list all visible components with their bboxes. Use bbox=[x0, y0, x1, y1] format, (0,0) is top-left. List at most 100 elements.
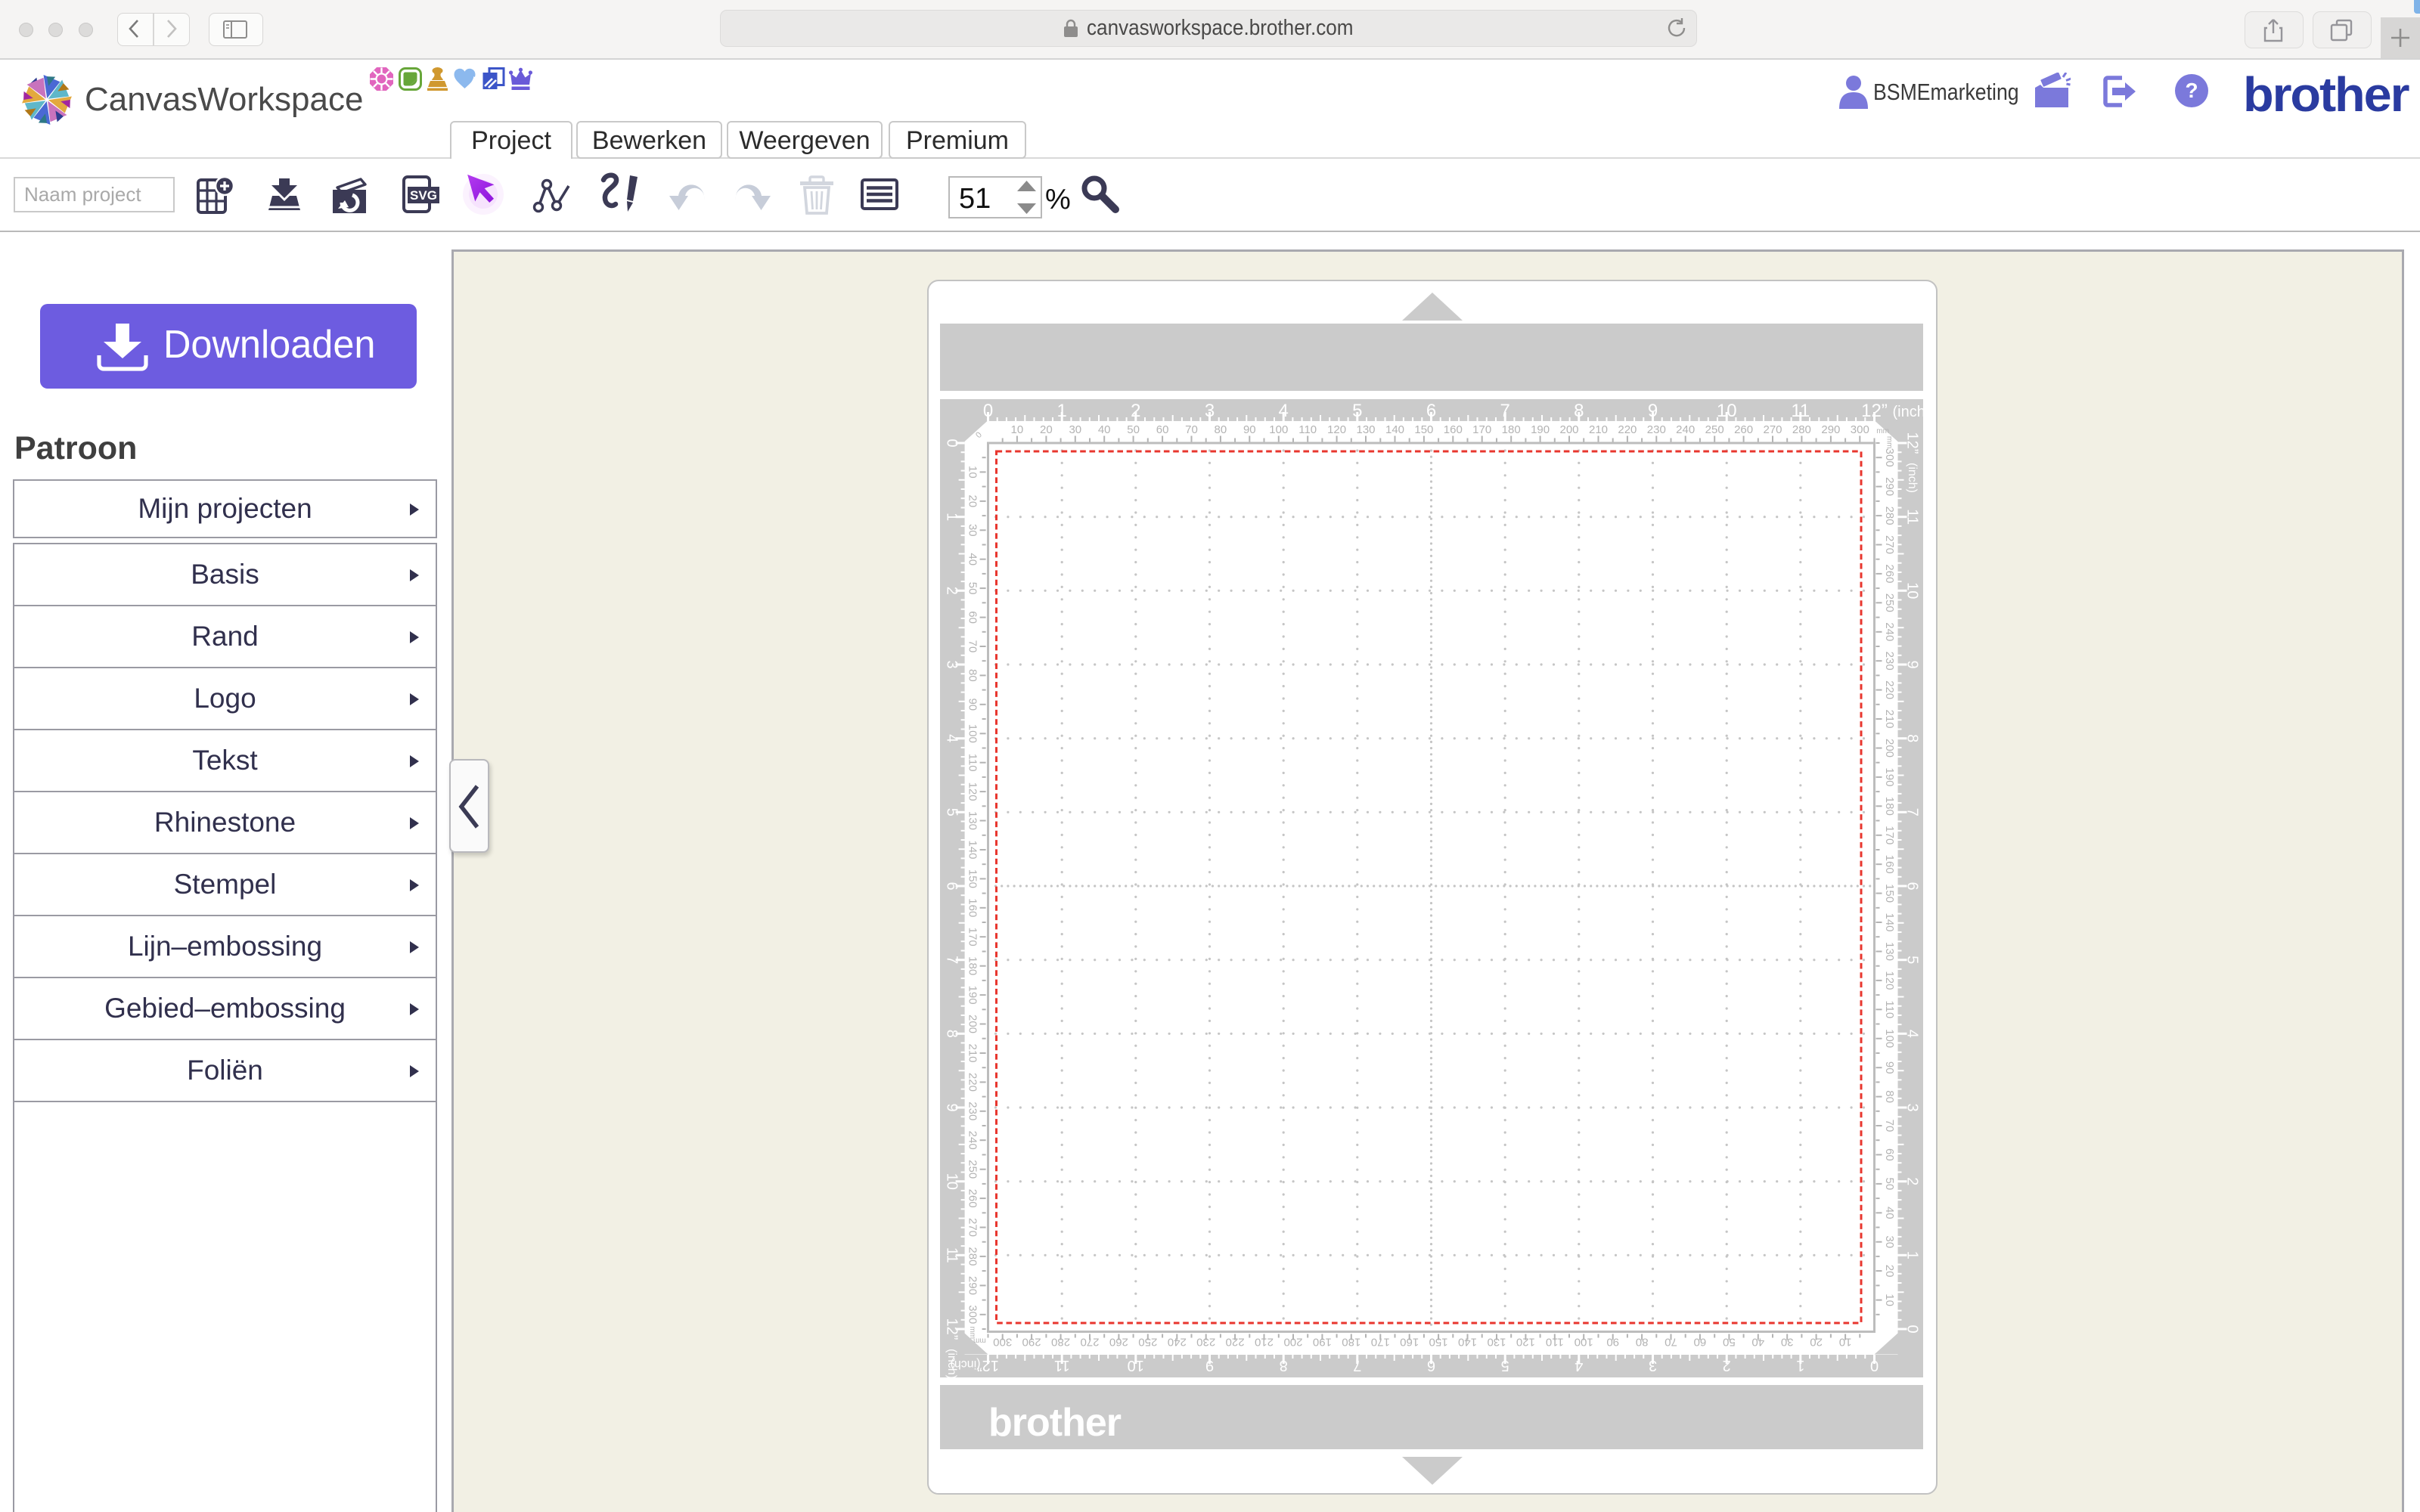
svg-text:70: 70 bbox=[1185, 423, 1198, 436]
svg-text:190: 190 bbox=[1313, 1336, 1332, 1349]
svg-text:80: 80 bbox=[1636, 1336, 1649, 1349]
svg-text:140: 140 bbox=[1385, 423, 1404, 436]
svg-text:10: 10 bbox=[1839, 1336, 1852, 1349]
svg-text:90: 90 bbox=[1606, 1336, 1619, 1349]
svg-text:220: 220 bbox=[1618, 423, 1637, 436]
svg-text:120: 120 bbox=[1883, 971, 1896, 990]
svg-text:210: 210 bbox=[1589, 423, 1608, 436]
svg-text:30: 30 bbox=[966, 524, 979, 537]
svg-text:250: 250 bbox=[966, 1160, 979, 1179]
svg-text:70: 70 bbox=[1883, 1120, 1896, 1132]
svg-text:290: 290 bbox=[1883, 477, 1896, 496]
svg-text:150: 150 bbox=[1883, 884, 1896, 903]
svg-text:mm: mm bbox=[1876, 427, 1889, 435]
svg-text:150: 150 bbox=[966, 869, 979, 888]
svg-text:mm: mm bbox=[968, 1326, 976, 1339]
svg-text:20: 20 bbox=[1040, 423, 1053, 436]
svg-text:(inch): (inch) bbox=[1906, 463, 1919, 493]
svg-text:290: 290 bbox=[966, 1276, 979, 1295]
svg-text:180: 180 bbox=[1502, 423, 1521, 436]
svg-text:30: 30 bbox=[1781, 1336, 1794, 1349]
svg-text:250: 250 bbox=[1138, 1336, 1157, 1349]
svg-text:260: 260 bbox=[966, 1189, 979, 1208]
svg-text:60: 60 bbox=[1883, 1148, 1896, 1161]
svg-text:120: 120 bbox=[1327, 423, 1346, 436]
svg-text:170: 170 bbox=[966, 928, 979, 947]
svg-text:90: 90 bbox=[1883, 1061, 1896, 1074]
svg-text:80: 80 bbox=[966, 669, 979, 682]
svg-text:220: 220 bbox=[966, 1073, 979, 1092]
svg-text:280: 280 bbox=[1051, 1336, 1070, 1349]
svg-text:300: 300 bbox=[1883, 448, 1896, 467]
svg-text:80: 80 bbox=[1215, 423, 1227, 436]
svg-text:70: 70 bbox=[966, 640, 979, 653]
svg-text:210: 210 bbox=[1883, 709, 1896, 728]
svg-text:230: 230 bbox=[1883, 652, 1896, 671]
svg-text:170: 170 bbox=[1472, 423, 1491, 436]
svg-text:140: 140 bbox=[1458, 1336, 1477, 1349]
svg-text:50: 50 bbox=[1127, 423, 1140, 436]
svg-text:200: 200 bbox=[1283, 1336, 1302, 1349]
svg-text:290: 290 bbox=[1022, 1336, 1041, 1349]
svg-text:180: 180 bbox=[1883, 797, 1896, 816]
svg-text:(inch): (inch) bbox=[1893, 404, 1931, 420]
svg-text:200: 200 bbox=[966, 1015, 979, 1033]
svg-text:40: 40 bbox=[1098, 423, 1111, 436]
svg-text:190: 190 bbox=[1531, 423, 1550, 436]
svg-text:270: 270 bbox=[1080, 1336, 1099, 1349]
svg-text:20: 20 bbox=[1883, 1265, 1896, 1278]
svg-text:230: 230 bbox=[1196, 1336, 1215, 1349]
svg-text:(inch): (inch) bbox=[945, 1349, 958, 1379]
svg-text:10: 10 bbox=[1011, 423, 1024, 436]
svg-text:300: 300 bbox=[966, 1305, 979, 1324]
svg-text:220: 220 bbox=[1883, 680, 1896, 699]
svg-text:160: 160 bbox=[1444, 423, 1463, 436]
svg-text:90: 90 bbox=[966, 698, 979, 711]
svg-text:50: 50 bbox=[1723, 1336, 1736, 1349]
svg-text:100: 100 bbox=[1269, 423, 1288, 436]
svg-text:100: 100 bbox=[1883, 1029, 1896, 1048]
svg-text:brother: brother bbox=[988, 1401, 1122, 1445]
svg-text:20: 20 bbox=[1810, 1336, 1823, 1349]
svg-text:80: 80 bbox=[1883, 1090, 1896, 1103]
svg-text:130: 130 bbox=[1487, 1336, 1506, 1349]
svg-text:300: 300 bbox=[1851, 423, 1869, 436]
svg-text:110: 110 bbox=[1883, 1000, 1896, 1018]
svg-text:280: 280 bbox=[1883, 507, 1896, 525]
svg-text:120: 120 bbox=[966, 782, 979, 801]
svg-text:280: 280 bbox=[966, 1247, 979, 1266]
svg-text:50: 50 bbox=[966, 582, 979, 595]
svg-text:190: 190 bbox=[1883, 767, 1896, 786]
svg-text:270: 270 bbox=[966, 1218, 979, 1237]
svg-text:170: 170 bbox=[1883, 826, 1896, 844]
svg-text:110: 110 bbox=[1546, 1336, 1564, 1349]
svg-text:50: 50 bbox=[1883, 1178, 1896, 1191]
svg-text:220: 220 bbox=[1226, 1336, 1245, 1349]
svg-text:SVG: SVG bbox=[410, 188, 437, 203]
svg-text:210: 210 bbox=[1255, 1336, 1274, 1349]
svg-text:mm: mm bbox=[1885, 436, 1893, 449]
svg-text:60: 60 bbox=[1694, 1336, 1707, 1349]
svg-text:280: 280 bbox=[1792, 423, 1811, 436]
svg-text:160: 160 bbox=[966, 898, 979, 917]
svg-text:240: 240 bbox=[966, 1131, 979, 1150]
svg-text:40: 40 bbox=[1751, 1336, 1764, 1349]
svg-text:130: 130 bbox=[966, 811, 979, 830]
svg-text:100: 100 bbox=[966, 724, 979, 743]
svg-text:210: 210 bbox=[966, 1043, 979, 1062]
svg-text:100: 100 bbox=[1575, 1336, 1593, 1349]
svg-text:140: 140 bbox=[966, 840, 979, 859]
svg-text:230: 230 bbox=[966, 1101, 979, 1120]
svg-text:240: 240 bbox=[1168, 1336, 1187, 1349]
svg-text:200: 200 bbox=[1883, 739, 1896, 758]
svg-text:180: 180 bbox=[966, 956, 979, 975]
svg-text:?: ? bbox=[2185, 79, 2198, 102]
svg-text:260: 260 bbox=[1883, 564, 1896, 583]
svg-text:270: 270 bbox=[1763, 423, 1782, 436]
svg-text:190: 190 bbox=[966, 986, 979, 1005]
svg-text:200: 200 bbox=[1559, 423, 1578, 436]
svg-text:140: 140 bbox=[1883, 912, 1896, 931]
svg-text:40: 40 bbox=[966, 553, 979, 565]
svg-text:10: 10 bbox=[1883, 1294, 1896, 1306]
svg-text:150: 150 bbox=[1414, 423, 1433, 436]
